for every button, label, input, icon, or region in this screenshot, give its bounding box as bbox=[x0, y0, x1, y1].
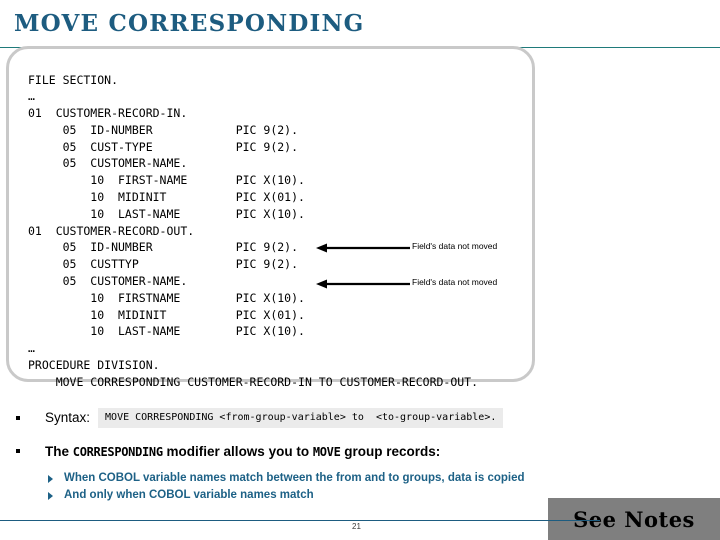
cobol-code-listing: FILE SECTION. … 01 CUSTOMER-RECORD-IN. 0… bbox=[28, 72, 479, 389]
corr-text-part2: modifier allows you to bbox=[162, 444, 313, 459]
page-number: 21 bbox=[352, 522, 361, 531]
corresponding-description: The CORRESPONDING modifier allows you to… bbox=[45, 442, 440, 462]
sub-bullet-label: And only when COBOL variable names match bbox=[64, 489, 314, 501]
corr-text-part1: The bbox=[45, 444, 73, 459]
corr-keyword-move: MOVE bbox=[312, 445, 341, 459]
triangle-bullet-icon bbox=[48, 492, 53, 500]
triangle-bullet-icon bbox=[48, 475, 53, 483]
page-title: MOVE CORRESPONDING bbox=[14, 10, 365, 37]
sub-bullet-item: And only when COBOL variable names match bbox=[48, 487, 314, 503]
footer-divider bbox=[0, 520, 600, 521]
left-arrow-icon bbox=[316, 243, 410, 253]
syntax-code-box: MOVE CORRESPONDING <from-group-variable>… bbox=[98, 408, 504, 428]
annotation-arrow-custtyp: Field's data not moved bbox=[316, 241, 516, 256]
sub-bullet-item: When COBOL variable names match between … bbox=[48, 470, 525, 486]
corr-keyword-corresponding: CORRESPONDING bbox=[72, 445, 163, 459]
square-bullet-icon bbox=[16, 416, 20, 420]
left-arrow-icon bbox=[316, 279, 410, 289]
bullet-syntax: Syntax: MOVE CORRESPONDING <from-group-v… bbox=[16, 408, 504, 428]
square-bullet-icon bbox=[16, 449, 20, 453]
annotation-label: Field's data not moved bbox=[412, 277, 498, 287]
annotation-label: Field's data not moved bbox=[412, 241, 498, 251]
syntax-label: Syntax: bbox=[45, 410, 91, 425]
annotation-arrow-firstname: Field's data not moved bbox=[316, 277, 516, 292]
see-notes-label: See Notes bbox=[573, 506, 695, 532]
corr-text-part3: group records: bbox=[340, 444, 441, 459]
bullet-corresponding: The CORRESPONDING modifier allows you to… bbox=[16, 442, 440, 462]
sub-bullet-label: When COBOL variable names match between … bbox=[64, 472, 525, 484]
see-notes-banner: See Notes bbox=[548, 498, 720, 540]
